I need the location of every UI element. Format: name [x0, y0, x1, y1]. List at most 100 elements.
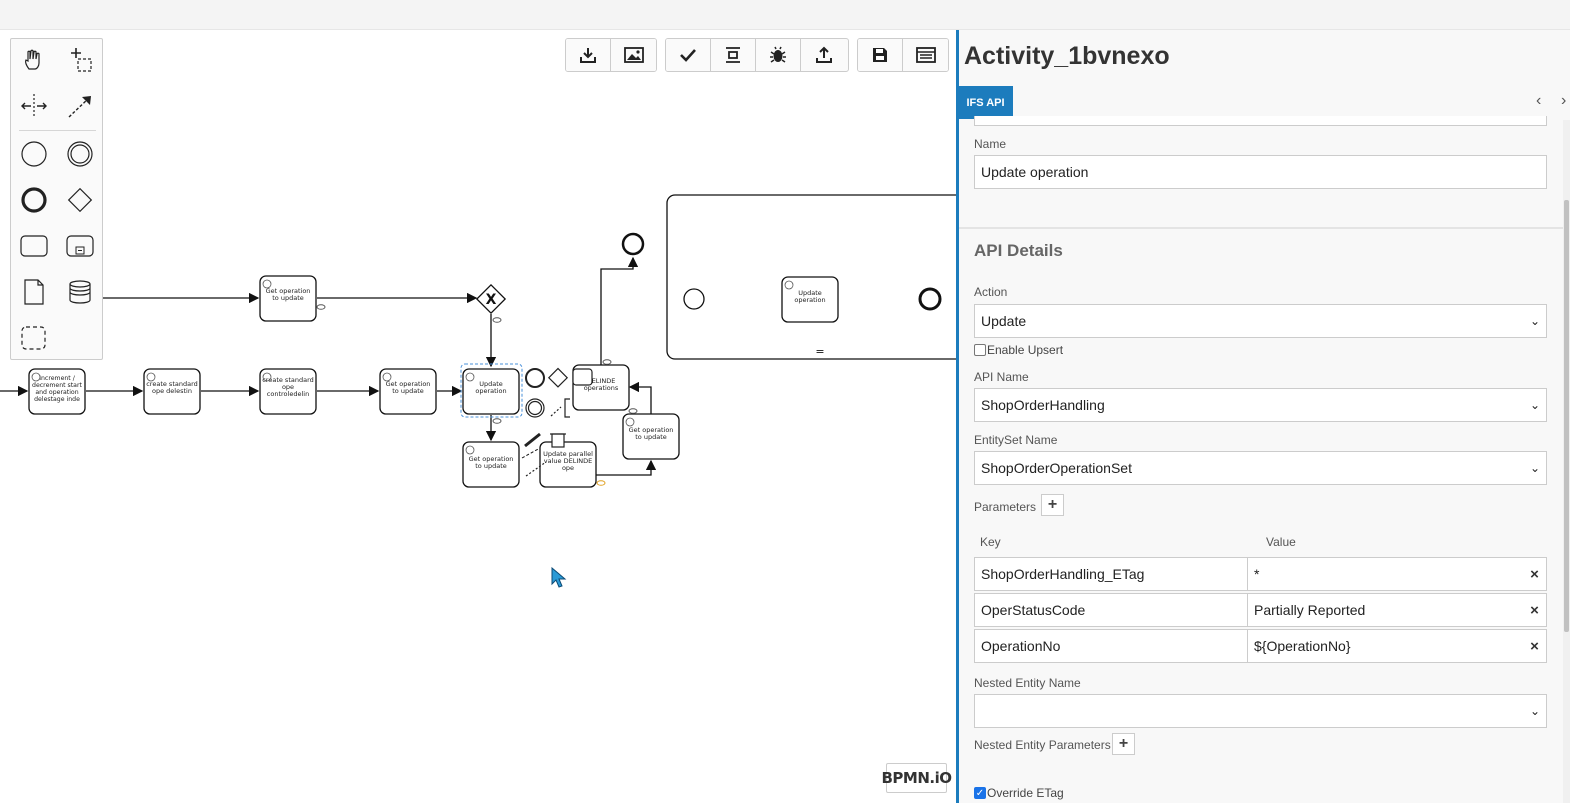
connect-tool-icon[interactable] — [62, 88, 98, 124]
entityset-label: EntitySet Name — [974, 433, 1058, 447]
api-name-label: API Name — [974, 370, 1029, 384]
download-icon — [580, 48, 596, 63]
parameters-label: Parameters — [974, 500, 1037, 514]
subprocess-icon[interactable] — [62, 228, 98, 264]
nested-params-label: Nested Entity Parameters — [974, 738, 1111, 752]
action-label: Action — [974, 285, 1008, 299]
group-icon[interactable] — [16, 320, 52, 356]
key-header: Key — [980, 535, 1001, 549]
add-nested-parameter-button[interactable]: + — [1112, 733, 1135, 755]
start-event-icon[interactable] — [16, 136, 52, 172]
properties-panel: Activity_1bvnexo IFS API ‹ › Name Update… — [959, 30, 1570, 803]
enable-upsert-label: Enable Upsert — [987, 343, 1064, 357]
enable-upsert-checkbox[interactable] — [974, 344, 986, 356]
override-etag-checkbox[interactable]: ✓ — [974, 787, 986, 799]
toggle-panel-button[interactable] — [903, 39, 948, 71]
action-select[interactable]: Update ⌄ — [974, 304, 1547, 338]
chevron-down-icon: ⌄ — [1529, 314, 1540, 328]
section-divider — [959, 227, 1570, 229]
gateway-marker: X — [486, 292, 497, 308]
entityset-select[interactable]: ShopOrderOperationSet ⌄ — [974, 451, 1547, 485]
clipped-field[interactable] — [974, 116, 1547, 126]
name-label: Name — [974, 137, 1007, 151]
diagram-svg[interactable]: = X Get operation to update Increment / … — [0, 30, 957, 803]
tab-next-icon[interactable]: › — [1561, 92, 1566, 110]
parameter-key-input[interactable]: OperStatusCode — [974, 593, 1248, 627]
palette-separator — [19, 130, 96, 131]
api-details-heading: API Details — [974, 241, 1063, 260]
name-textarea[interactable]: Update operation — [974, 155, 1547, 189]
append-end-event-icon — [525, 368, 545, 388]
chevron-down-icon: ⌄ — [1529, 461, 1540, 475]
task-label: Update operation — [475, 381, 507, 395]
exclusive-gateway: X — [475, 283, 507, 315]
debug-button[interactable] — [756, 39, 801, 71]
value-header: Value — [1266, 535, 1296, 549]
override-etag-label: Override ETag — [987, 786, 1064, 800]
panel-title: Activity_1bvnexo — [964, 42, 1170, 70]
chevron-down-icon: ⌄ — [1529, 398, 1540, 412]
wrench-icon — [524, 432, 541, 448]
trash-icon — [551, 433, 565, 448]
save-button[interactable] — [858, 39, 903, 71]
remove-parameter-button[interactable]: × — [1523, 557, 1547, 591]
actions-toolbar-group — [665, 38, 849, 72]
task-icon[interactable] — [16, 228, 52, 264]
tab-prev-icon[interactable]: ‹ — [1536, 92, 1541, 110]
chevron-down-icon: ⌄ — [1529, 704, 1540, 718]
file-toolbar-group — [857, 38, 949, 72]
space-tool-icon[interactable] — [16, 88, 52, 124]
add-parameter-button[interactable]: + — [1041, 494, 1064, 516]
task-label: Get operation to update — [385, 381, 431, 395]
parameter-value-input[interactable]: ${OperationNo} — [1247, 629, 1524, 663]
distribute-icon — [726, 47, 740, 63]
collapsed-marker: = — [815, 345, 824, 358]
parameter-value-input[interactable]: * — [1247, 557, 1524, 591]
export-image-button[interactable] — [611, 39, 656, 71]
task-label: Increment / decrement start and operatio… — [32, 375, 82, 403]
bpmn-io-logo[interactable]: BPMN.iO — [882, 763, 952, 793]
end-event — [621, 232, 645, 256]
export-toolbar-group — [565, 38, 657, 72]
validate-button[interactable] — [666, 39, 711, 71]
bug-icon — [770, 46, 786, 63]
text-annotation-icon — [550, 406, 562, 417]
data-store-icon[interactable] — [62, 274, 98, 310]
tab-ifs-api[interactable]: IFS API — [959, 86, 1013, 119]
image-icon — [623, 47, 644, 63]
api-name-value: ShopOrderHandling — [981, 397, 1105, 413]
task-label: Get operation to update — [628, 427, 674, 441]
task-label: Update parallel value DELINDE ope — [543, 451, 593, 472]
intermediate-event-icon[interactable] — [62, 136, 98, 172]
bpmn-canvas[interactable]: = X Get operation to update Increment / … — [0, 30, 957, 803]
panel-icon — [915, 47, 936, 63]
remove-parameter-button[interactable]: × — [1523, 629, 1547, 663]
start-event — [683, 288, 705, 310]
data-object-icon[interactable] — [16, 274, 52, 310]
api-name-select[interactable]: ShopOrderHandling ⌄ — [974, 388, 1547, 422]
parameter-key-input[interactable]: OperationNo — [974, 629, 1248, 663]
task-label: Get operation to update — [265, 288, 311, 302]
mouse-cursor-icon — [551, 567, 567, 588]
nested-entity-label: Nested Entity Name — [974, 676, 1081, 690]
gateway-icon[interactable] — [62, 182, 98, 218]
remove-parameter-button[interactable]: × — [1523, 593, 1547, 627]
download-button[interactable] — [566, 39, 611, 71]
upload-icon — [815, 46, 832, 63]
append-task-icon — [572, 368, 593, 386]
hand-tool-icon[interactable] — [16, 42, 52, 78]
task-label: Get operation to update — [468, 456, 514, 470]
distribute-button[interactable] — [711, 39, 756, 71]
action-value: Update — [981, 313, 1027, 329]
warning-eye-icon — [596, 480, 606, 486]
end-event-icon[interactable] — [16, 182, 52, 218]
nested-entity-select[interactable]: ⌄ — [974, 694, 1547, 728]
parameter-value-input[interactable]: Partially Reported — [1247, 593, 1524, 627]
end-event — [918, 287, 942, 311]
append-gateway-icon — [547, 367, 569, 388]
panel-scrollbar-thumb[interactable] — [1564, 200, 1569, 632]
task-label: Update operation — [794, 290, 826, 304]
deploy-button[interactable] — [801, 39, 846, 71]
lasso-tool-icon[interactable] — [62, 42, 98, 78]
parameter-key-input[interactable]: ShopOrderHandling_ETag — [974, 557, 1248, 591]
